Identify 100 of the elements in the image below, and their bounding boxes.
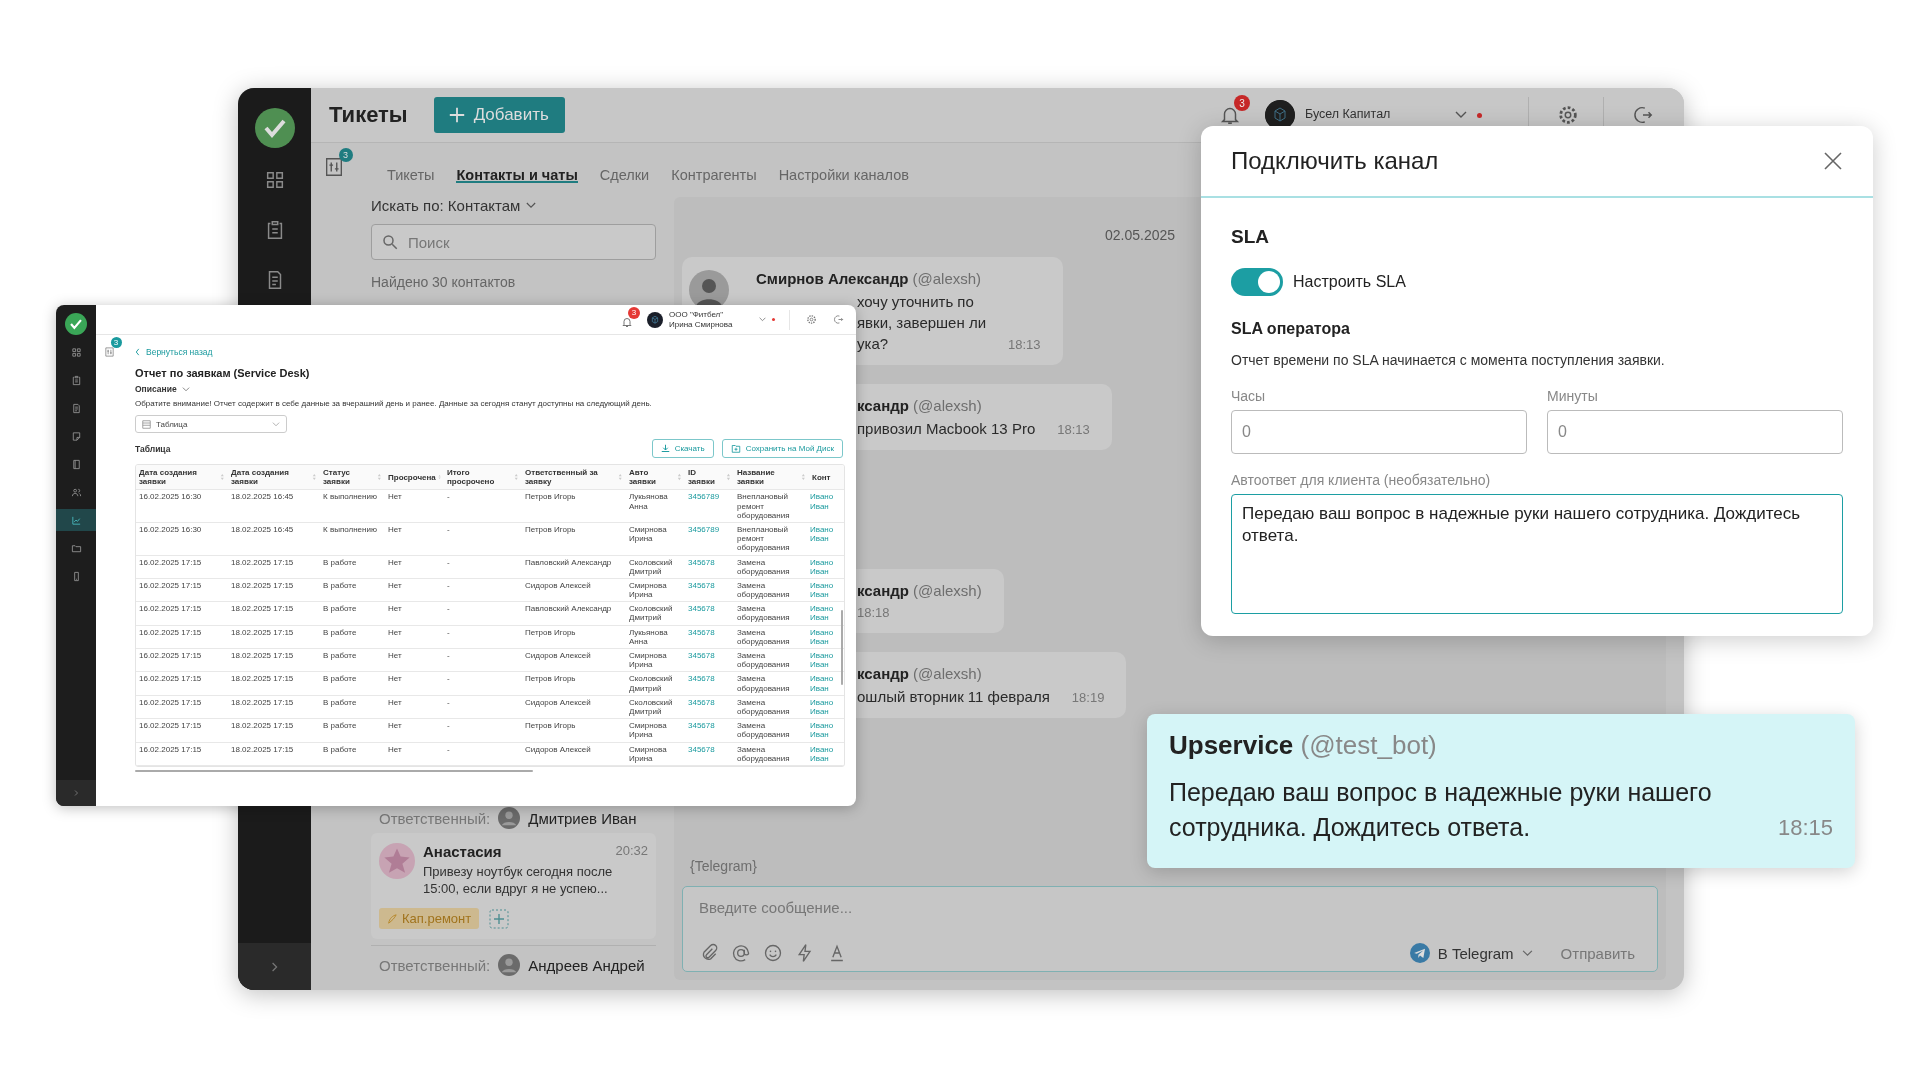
table-link[interactable]: 345678	[685, 555, 734, 578]
close-icon[interactable]	[1823, 151, 1843, 171]
tab[interactable]: Контрагенты	[671, 167, 757, 183]
message-time: 18:15	[1777, 815, 1833, 842]
tab[interactable]: Контакты и чаты	[456, 167, 578, 183]
table-cell-text: Замена оборудования	[736, 743, 791, 765]
report-table: Дата создания заявки Дата создания заявки Статус заявки Просрочена Итого просрочено Ответственный за заявку Авто заявки ID заявки Название заявки Конт 16.02.2025 16:30 18.02.2025 16:45 К выполнению Нет - Петров Игорь Лукьянова Анна 3456789 Внеплановый ремонт оборудования Ивано Иван 16.02.2025 16:30 18.02.2025 16:45 К выполнению Нет - Петров Игорь Смирнова Ирина 3456789 Внеплановый ремонт оборудования Ивано Иван 16.02.2025 17:15 18.02.2025 17:15 В работе Нет - Павловский Александр Сколовский Дмитрий 345678 Замена оборудования Ивано Иван 16.02.2025 17:15 18.02.2025 17:15 В работе Нет - Сидоров Алексей Смирнова Ирина 345678 Замена оборудования Ивано Иван 16.02.2025 17:15 18.02.2025 17:15 В работе Нет - Павловский Александр Сколовский Дмитрий 345678 Замена оборудования Ивано Иван 16.02.2025 17:15 18.02.2025 17:15 В работе Нет - Петров Игорь Лукьянова Анна 345678 Замена оборудования Ивано Иван 16.02.2025 17:15 18.02.2025 17:15 В работе Нет - Сидоров Алексей Смирнова Ирина 345678 Замена оборудования Ивано Иван 16.02.2025 17:15 18.02.2025 17:15 В работе Нет - Петров Игорь Сколовский Дмитрий 345678 Замена оборудования Ивано Иван 16.02.2025 17:15 18.02.2025 17:15 В работе Нет - Сидоров Алексей Сколовский Дмитрий 345678 Замена оборудования Ивано Иван 16.02.2025 17:15 18.02.2025 17:15 В работе Нет - Петров Игорь Смирнова Ирина 345678 Замена оборудования Ивано Иван 16.02.2025 17:15 18.02.2025 17:15 В работе Нет - Сидоров Алексей Смирнова Ирина 345678 Замена оборудования Ивано Иван	[135, 464, 845, 767]
table-cell-text: Сколовский Дмитрий	[628, 603, 674, 625]
table-link[interactable]: 345678	[685, 602, 734, 625]
table-cell-text: Петров Игорь	[524, 626, 577, 639]
tab[interactable]: Тикеты	[387, 167, 435, 183]
settings-icon[interactable]	[806, 314, 817, 325]
table-icon	[142, 419, 151, 429]
table-link[interactable]: 345678	[685, 672, 734, 695]
add-tag-icon[interactable]	[489, 908, 510, 929]
scrollbar[interactable]	[135, 769, 533, 772]
minutes-field[interactable]: 0	[1547, 410, 1843, 454]
table-link[interactable]: 345678	[685, 742, 734, 765]
tag: Кап.ремонт	[379, 908, 480, 929]
expand-sidebar-button[interactable]	[238, 943, 311, 990]
chat-date: 02.05.2025	[1104, 227, 1176, 243]
table-link[interactable]: Ивано Иван	[809, 578, 839, 602]
message-composer[interactable]: Введите сообщение... В Telegram Отправить	[682, 886, 1658, 972]
table-link[interactable]: Ивано Иван	[809, 742, 839, 765]
add-button[interactable]: Добавить	[433, 97, 565, 133]
download-button[interactable]: Скачать	[651, 439, 714, 458]
table-link[interactable]: Ивано Иван	[809, 490, 839, 522]
filter-badge: 3	[338, 148, 353, 162]
sla-toggle[interactable]	[1231, 268, 1283, 296]
table-link[interactable]: Ивано Иван	[809, 625, 839, 648]
back-link[interactable]: Вернуться назад	[135, 347, 213, 357]
message-handle: (@alexsh)	[913, 582, 982, 599]
emoji-icon[interactable]	[763, 943, 783, 963]
table-cell-text: 16.02.2025 17:15	[138, 720, 203, 733]
table-link[interactable]: Ивано Иван	[809, 695, 839, 719]
table-cell-text: Замена оборудования	[736, 626, 791, 648]
table-cell-text: Петров Игорь	[524, 673, 577, 686]
caret-icon[interactable]	[759, 317, 766, 322]
message-author: Смирнов Александр	[756, 270, 909, 287]
expand-sidebar-button[interactable]	[56, 780, 96, 806]
notification-icon[interactable]	[621, 315, 633, 328]
autoreply-field[interactable]: Передаю ваш вопрос в надежные руки нашего сотрудника. Дождитесь ответа.	[1231, 494, 1843, 614]
table-cell-text: В работе	[322, 556, 358, 569]
table-cell-text: Смирнова Ирина	[628, 743, 668, 765]
settings-icon[interactable]	[1557, 104, 1579, 126]
contact-card[interactable]: Анастасия 20:32 Привезу ноутбук сегодня после 15:00, если вдруг я не успею... Кап.ремонт	[371, 833, 656, 939]
tab[interactable]: Сделки	[599, 167, 650, 183]
logo-icon[interactable]	[254, 108, 295, 148]
send-button[interactable]: Отправить	[1554, 943, 1641, 963]
table-cell-text: 18.02.2025 16:45	[230, 491, 295, 504]
logout-icon[interactable]	[1632, 104, 1654, 126]
table-link[interactable]: 3456789	[685, 490, 734, 522]
table-cell-text: Замена оборудования	[736, 673, 791, 695]
table-link[interactable]: 345678	[685, 649, 734, 672]
table-link[interactable]: Ивано Иван	[809, 719, 839, 742]
table-cell-text: В работе	[322, 720, 358, 733]
table-cell-text: В работе	[322, 579, 358, 592]
table-link[interactable]: Ивано Иван	[809, 672, 839, 695]
table-link[interactable]: Ивано Иван	[809, 522, 839, 555]
table-cell-text: 18.02.2025 17:15	[230, 579, 295, 592]
table-link[interactable]: Ивано Иван	[809, 602, 839, 625]
scrollbar[interactable]	[841, 610, 843, 685]
contacts-count: Найдено 30 контактов	[371, 274, 517, 290]
filter-icon[interactable]	[103, 346, 115, 358]
view-select[interactable]: Таблица	[135, 415, 287, 433]
notice-text: Обратите внимание! Отчет содержит в себе данные за вчерашний день и ранее. Данные за сегодня станут доступны на следующий день.	[135, 399, 652, 408]
table-link[interactable]: 345678	[685, 695, 734, 719]
message-time: 18:13	[1008, 337, 1041, 352]
table-cell-text: 16.02.2025 17:15	[138, 696, 203, 709]
search-by-dropdown[interactable]: Искать по: Контактам	[371, 197, 656, 214]
table-link[interactable]: Ивано Иван	[809, 649, 839, 672]
table-link[interactable]: 345678	[685, 578, 734, 602]
table-link[interactable]: 3456789	[685, 522, 734, 555]
company-name: ООО "Фитбел"	[669, 310, 725, 319]
table-link[interactable]: 345678	[685, 719, 734, 742]
table-cell-text: Нет	[387, 556, 403, 569]
hours-field[interactable]: 0	[1231, 410, 1527, 454]
nav-item[interactable]	[56, 509, 96, 531]
description-toggle[interactable]: Описание	[135, 384, 190, 394]
caret-icon[interactable]	[1455, 111, 1467, 119]
table-cell-text: -	[446, 696, 451, 709]
save-to-disk-button[interactable]: Сохранить на Мой Диск	[721, 439, 843, 458]
table-cell-text: Сидоров Алексей	[524, 743, 592, 756]
mention-icon[interactable]	[731, 943, 751, 963]
table-cell-text: Петров Игорь	[524, 491, 577, 504]
table-link[interactable]: Ивано Иван	[809, 555, 839, 578]
logout-icon[interactable]	[833, 314, 844, 325]
table-cell-text: 16.02.2025 16:30	[138, 523, 203, 536]
table-link[interactable]: 345678	[685, 625, 734, 648]
table-cell-text: -	[446, 673, 451, 686]
logo-icon[interactable]	[65, 313, 87, 335]
message-text: хочу уточнить по	[857, 293, 975, 310]
field-label: Часы	[1231, 388, 1267, 404]
plus-icon	[447, 106, 466, 124]
search-field[interactable]: Поиск	[371, 224, 656, 260]
filter-badge: 3	[110, 337, 122, 348]
folder-icon	[70, 542, 82, 554]
field-label: Минуты	[1547, 388, 1599, 404]
channel-selector[interactable]: В Telegram	[1409, 943, 1533, 963]
tab[interactable]: Настройки каналов	[778, 167, 909, 183]
